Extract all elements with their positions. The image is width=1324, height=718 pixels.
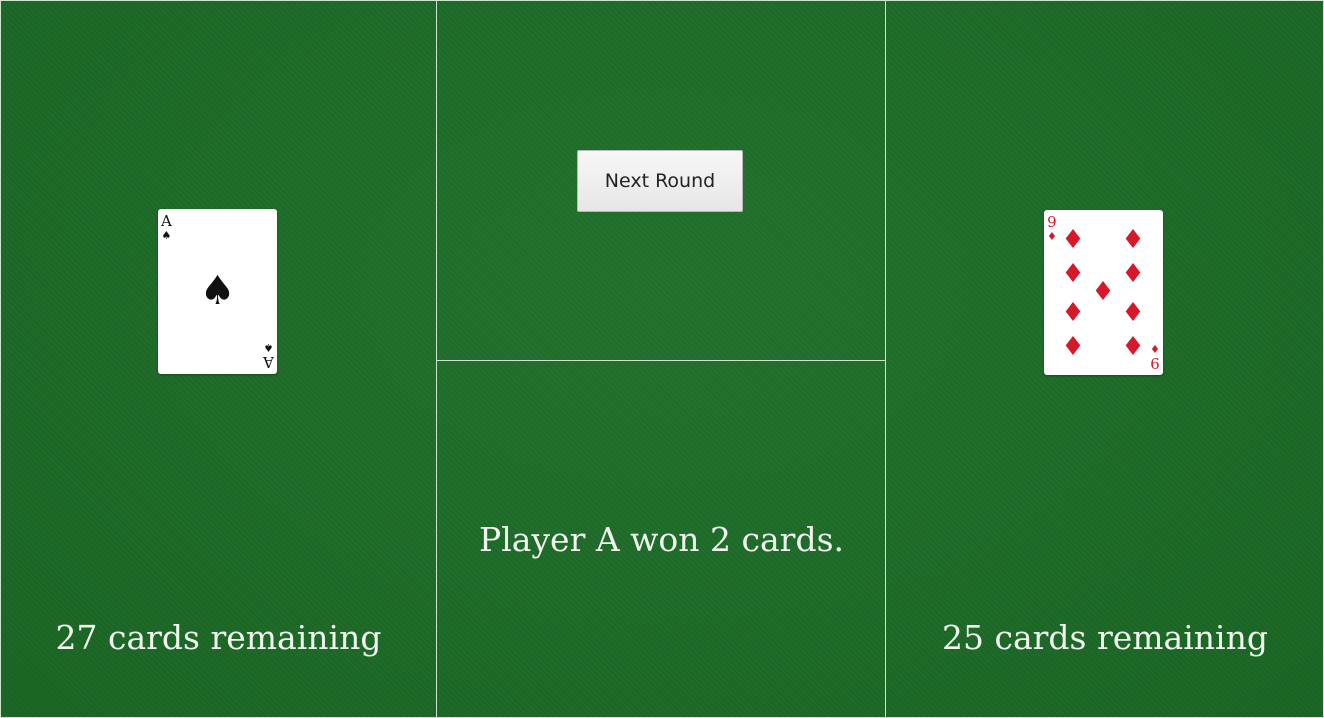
spade-icon: ♠	[263, 341, 274, 354]
diamond-icon: ♦	[1091, 277, 1115, 307]
spade-icon: ♠	[161, 229, 172, 242]
card-rank: A	[161, 212, 172, 230]
diamond-icon: ♦	[1150, 342, 1160, 355]
card-rank: 9	[1150, 354, 1160, 372]
round-result-message: Player A won 2 cards.	[478, 520, 844, 559]
card-corner-top: 9 ♦	[1047, 213, 1057, 243]
diamond-icon: ♦	[1061, 295, 1085, 325]
diamond-icon: ♦	[1047, 230, 1057, 243]
diamond-icon: ♦	[1061, 259, 1085, 289]
player-a-card: A ♠ ♠ A ♠	[158, 209, 277, 374]
card-corner-bottom: 9 ♦	[1150, 342, 1160, 372]
card-table: A ♠ ♠ A ♠ 9 ♦ ♦ ♦ ♦ ♦ ♦ ♦ ♦ ♦ ♦ 9 ♦ Next…	[0, 0, 1324, 718]
spade-icon: ♠	[199, 267, 236, 314]
player-a-cards-remaining: 27 cards remaining	[55, 618, 382, 657]
next-round-button[interactable]: Next Round	[577, 150, 743, 212]
diamond-icon: ♦	[1121, 259, 1145, 289]
diamond-icon: ♦	[1121, 225, 1145, 255]
card-corner-top: A ♠	[161, 212, 172, 242]
player-b-cards-remaining: 25 cards remaining	[942, 618, 1268, 657]
card-corner-bottom: A ♠	[263, 341, 274, 371]
diamond-icon: ♦	[1121, 329, 1145, 359]
diamond-icon: ♦	[1061, 329, 1085, 359]
card-rank: 9	[1047, 213, 1057, 231]
diamond-icon: ♦	[1121, 295, 1145, 325]
card-rank: A	[263, 353, 274, 371]
diamond-icon: ♦	[1061, 225, 1085, 255]
player-b-card: 9 ♦ ♦ ♦ ♦ ♦ ♦ ♦ ♦ ♦ ♦ 9 ♦	[1044, 210, 1163, 375]
